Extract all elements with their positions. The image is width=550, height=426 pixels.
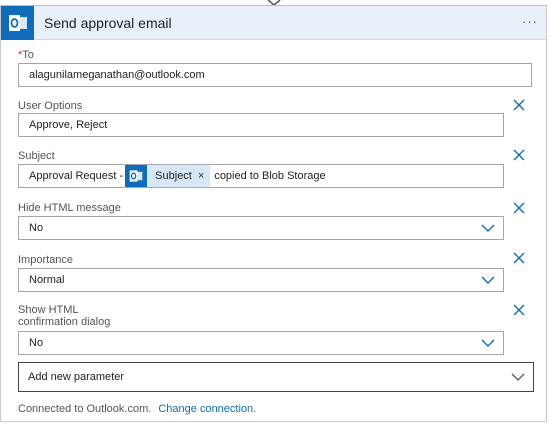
- importance-label: Importance: [18, 254, 74, 266]
- show-html-confirm-value: No: [29, 337, 44, 349]
- show-html-confirm-dropdown[interactable]: No: [18, 331, 504, 355]
- token-remove-button[interactable]: ×: [198, 170, 204, 182]
- importance-value: Normal: [29, 274, 65, 286]
- remove-user-options-icon[interactable]: [512, 98, 526, 112]
- user-options-value: Approve, Reject: [29, 119, 108, 131]
- importance-dropdown[interactable]: Normal: [18, 268, 504, 292]
- action-card: Send approval email ··· *To alagunilameg…: [0, 5, 547, 422]
- hide-html-value: No: [29, 222, 44, 234]
- to-field[interactable]: alagunilameganathan@outlook.com: [18, 63, 532, 87]
- to-value: alagunilameganathan@outlook.com: [29, 69, 205, 81]
- remove-subject-icon[interactable]: [512, 148, 526, 162]
- outlook-icon: [1, 6, 34, 40]
- show-html-confirm-label-line1: Show HTML: [18, 304, 79, 316]
- subject-suffix: copied to Blob Storage: [214, 170, 326, 182]
- chevron-down-icon: [481, 339, 495, 347]
- to-label: *To: [18, 49, 34, 61]
- add-new-parameter-dropdown[interactable]: Add new parameter: [18, 362, 534, 392]
- show-html-confirm-label-line2: confirmation dialog: [18, 316, 111, 328]
- subject-field[interactable]: Approval Request - Subject × copied to B…: [18, 164, 504, 188]
- subject-prefix: Approval Request -: [29, 170, 124, 182]
- remove-importance-icon[interactable]: [512, 251, 526, 265]
- hide-html-dropdown[interactable]: No: [18, 216, 504, 240]
- remove-show-html-confirm-icon[interactable]: [512, 303, 526, 317]
- action-header[interactable]: Send approval email ···: [1, 6, 546, 40]
- more-options-button[interactable]: ···: [522, 14, 538, 29]
- subject-dynamic-token[interactable]: Subject ×: [125, 165, 211, 187]
- action-title: Send approval email: [44, 15, 172, 31]
- hide-html-label: Hide HTML message: [18, 202, 121, 214]
- user-options-label: User Options: [18, 100, 83, 112]
- show-html-confirm-label: Show HTML confirmation dialog: [18, 304, 110, 328]
- chevron-down-icon: [481, 224, 495, 232]
- to-label-text: To: [22, 49, 34, 61]
- outlook-token-icon: [125, 165, 148, 187]
- token-label: Subject: [155, 170, 192, 182]
- connected-text: Connected to Outlook.com.: [18, 403, 152, 415]
- chevron-down-icon: [481, 276, 495, 284]
- change-connection-link[interactable]: Change connection.: [158, 403, 256, 415]
- chevron-down-icon: [511, 373, 525, 381]
- add-new-parameter-label: Add new parameter: [28, 371, 124, 383]
- remove-hide-html-icon[interactable]: [512, 201, 526, 215]
- user-options-field[interactable]: Approve, Reject: [18, 113, 504, 137]
- connection-footer: Connected to Outlook.com. Change connect…: [18, 403, 256, 415]
- subject-label: Subject: [18, 150, 55, 162]
